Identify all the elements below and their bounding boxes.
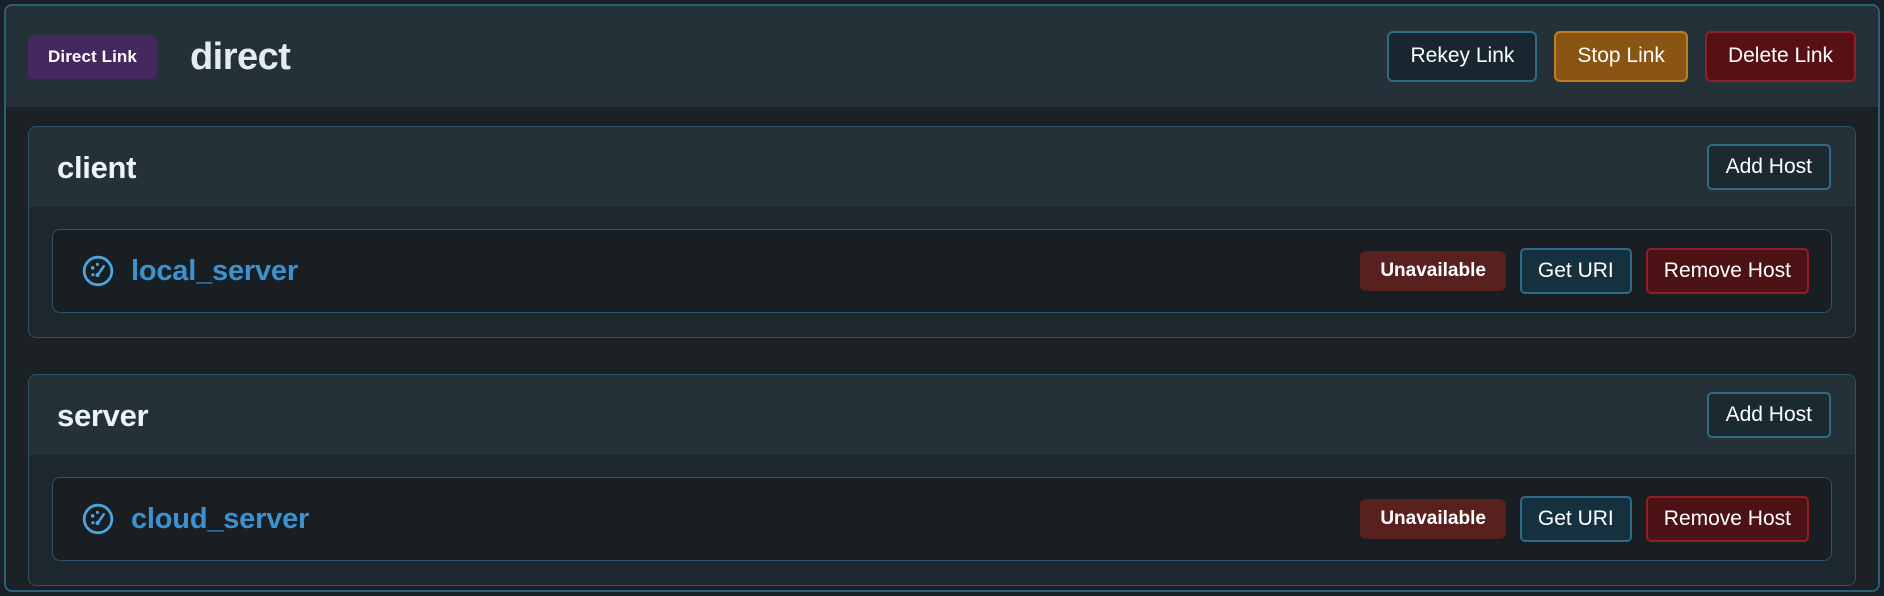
link-detail-card: Direct Link direct Rekey Link Stop Link … <box>4 4 1880 592</box>
group-body: cloud_server Unavailable Get URI Remove … <box>29 455 1855 585</box>
group-title: server <box>57 397 149 433</box>
gauge-icon <box>81 502 115 536</box>
group-header: server Add Host <box>29 375 1855 455</box>
group-title: client <box>57 149 137 185</box>
host-identity: cloud_server <box>81 502 309 536</box>
add-host-button[interactable]: Add Host <box>1706 143 1831 191</box>
stop-link-button[interactable]: Stop Link <box>1554 31 1688 82</box>
gauge-icon <box>81 254 115 288</box>
link-body: client Add Host local_server Unavailable… <box>6 107 1878 590</box>
host-group-client: client Add Host local_server Unavailable… <box>28 126 1856 338</box>
group-actions: Add Host <box>1706 143 1831 191</box>
host-actions: Unavailable Get URI Remove Host <box>1360 248 1809 294</box>
link-header: Direct Link direct Rekey Link Stop Link … <box>6 6 1878 107</box>
delete-link-button[interactable]: Delete Link <box>1704 31 1856 82</box>
host-name[interactable]: cloud_server <box>131 504 309 534</box>
host-row[interactable]: local_server Unavailable Get URI Remove … <box>52 229 1832 313</box>
group-actions: Add Host <box>1706 391 1831 439</box>
link-type-badge: Direct Link <box>28 34 157 79</box>
remove-host-button[interactable]: Remove Host <box>1645 248 1809 294</box>
page-title: direct <box>189 35 291 78</box>
host-row[interactable]: cloud_server Unavailable Get URI Remove … <box>52 477 1832 561</box>
rekey-link-button[interactable]: Rekey Link <box>1387 31 1538 82</box>
host-identity: local_server <box>81 254 298 288</box>
add-host-button[interactable]: Add Host <box>1706 391 1831 439</box>
get-uri-button[interactable]: Get URI <box>1519 496 1632 542</box>
host-group-server: server Add Host cloud_server Unavailable… <box>28 374 1856 586</box>
group-header: client Add Host <box>29 127 1855 207</box>
remove-host-button[interactable]: Remove Host <box>1645 496 1809 542</box>
host-name[interactable]: local_server <box>131 256 298 286</box>
get-uri-button[interactable]: Get URI <box>1519 248 1632 294</box>
status-badge: Unavailable <box>1360 250 1506 292</box>
link-header-actions: Rekey Link Stop Link Delete Link <box>1387 31 1856 82</box>
host-actions: Unavailable Get URI Remove Host <box>1360 496 1809 542</box>
group-body: local_server Unavailable Get URI Remove … <box>29 207 1855 337</box>
status-badge: Unavailable <box>1360 498 1506 540</box>
